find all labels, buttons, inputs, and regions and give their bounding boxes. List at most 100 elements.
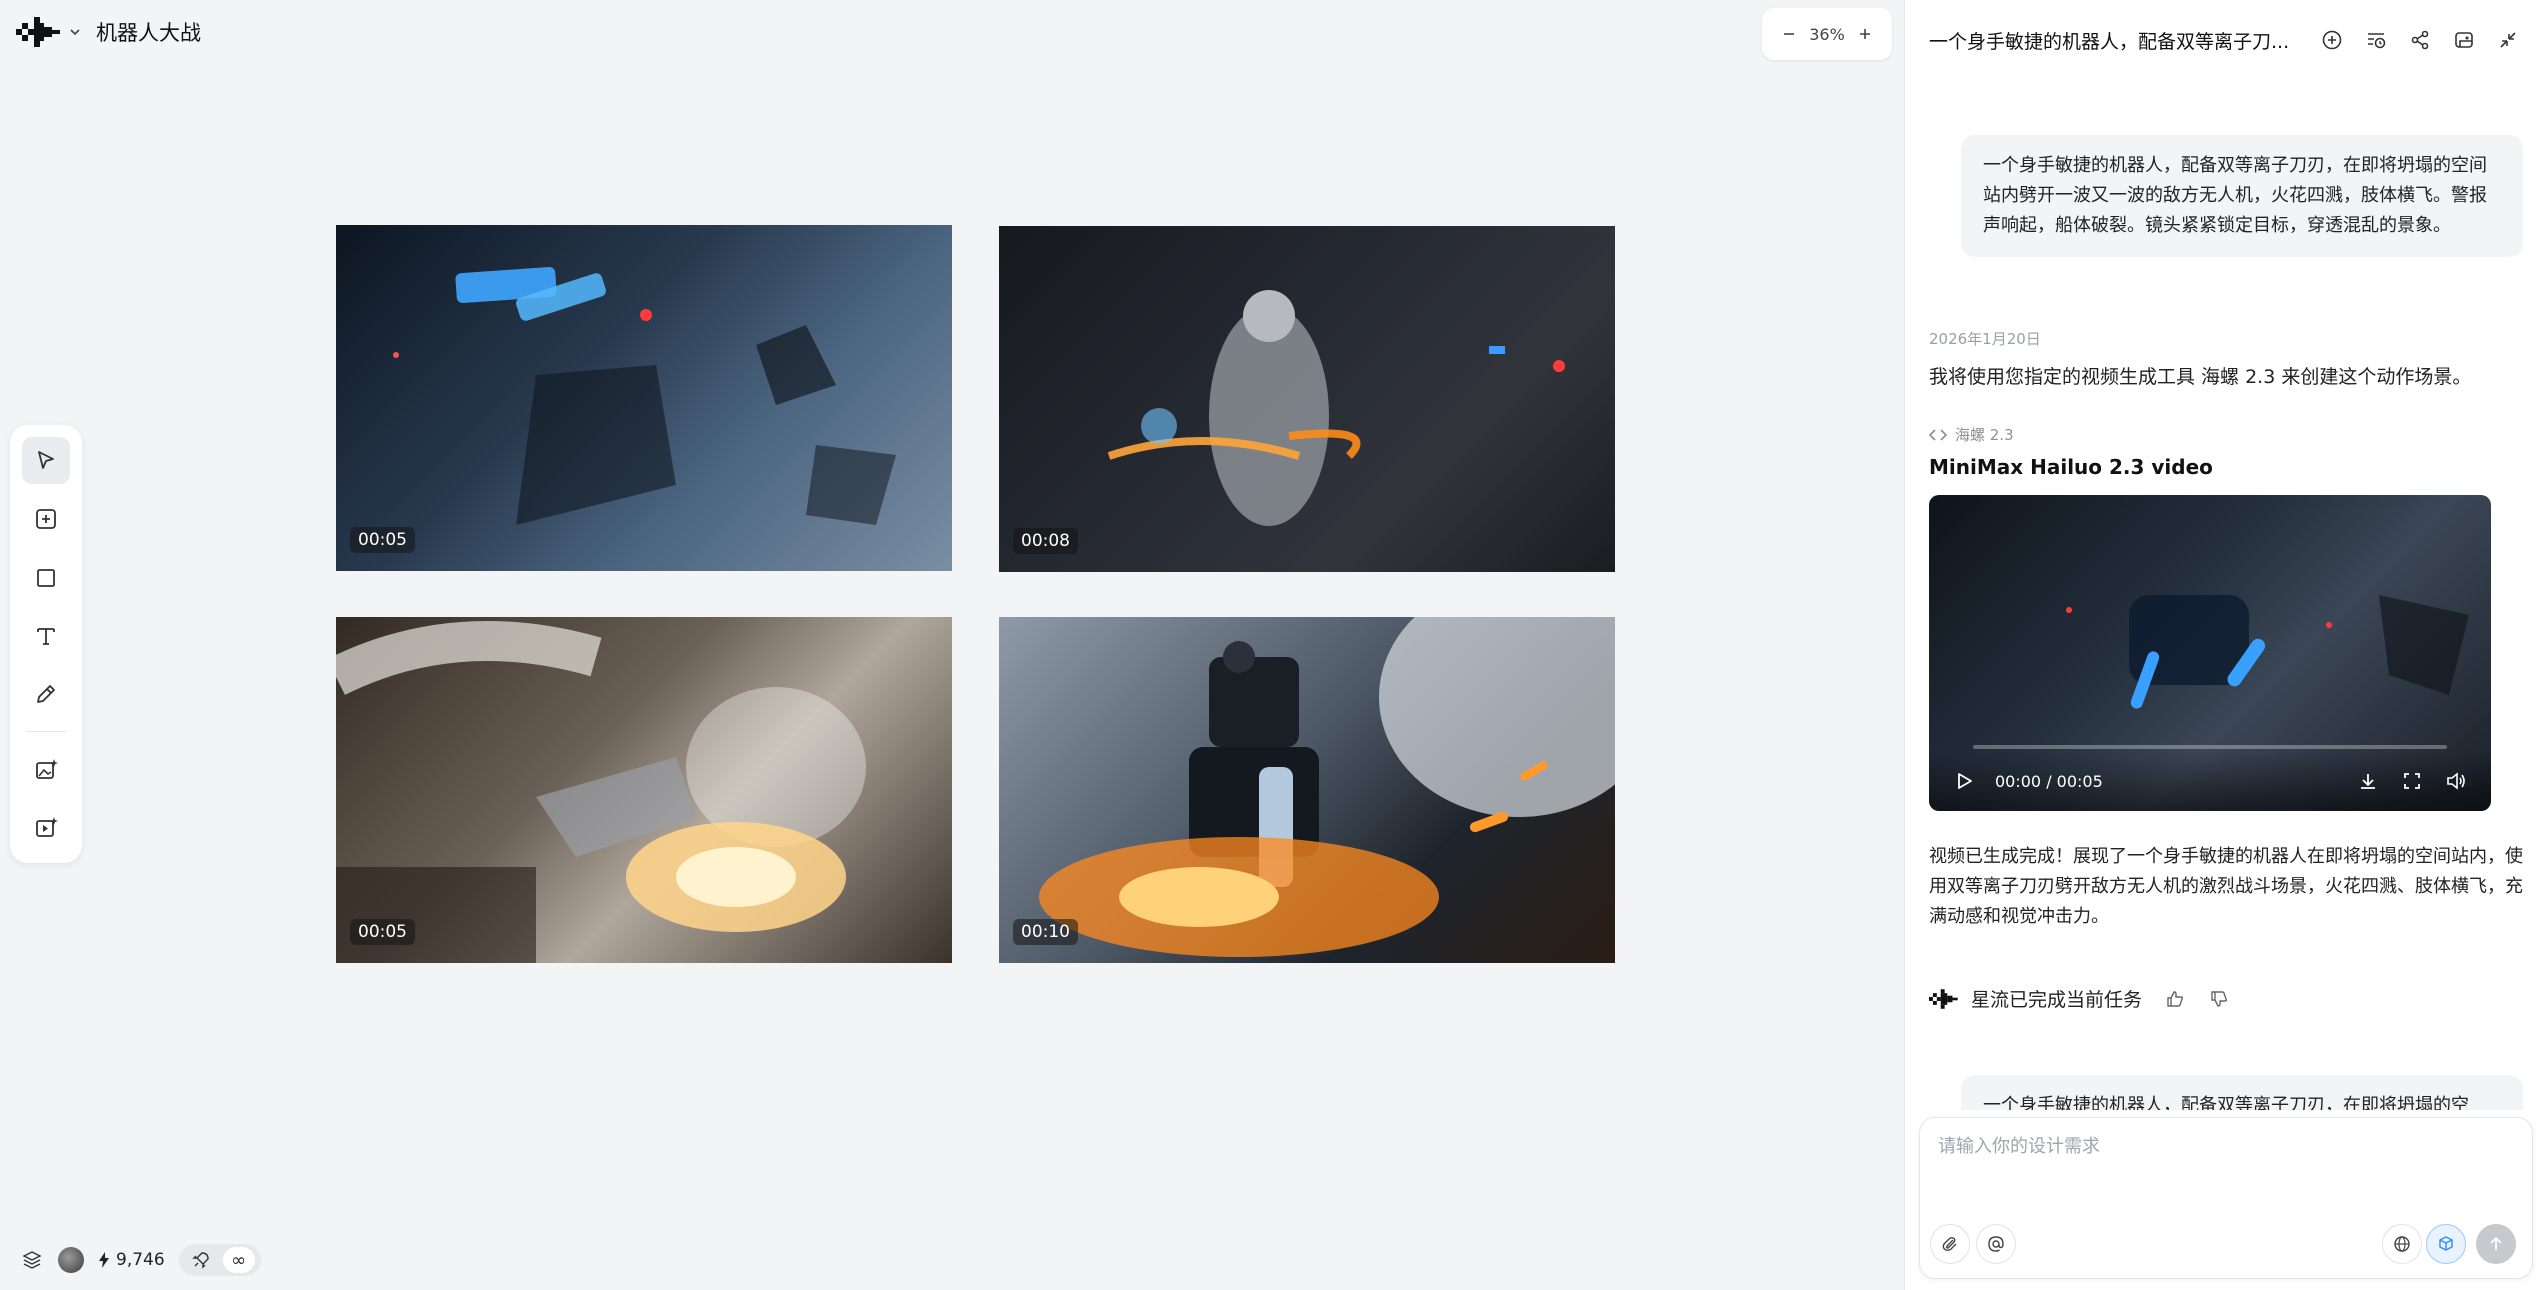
logo-icon — [1929, 988, 1958, 1009]
history-button[interactable] — [2363, 27, 2389, 53]
layers-button[interactable] — [20, 1248, 44, 1272]
tool-pen[interactable] — [22, 671, 70, 718]
text-icon — [37, 628, 55, 645]
player-time: 00:00 / 00:05 — [1995, 771, 2103, 791]
share-icon — [2411, 30, 2429, 50]
web-search-button[interactable] — [2382, 1224, 2422, 1264]
paperclip-icon — [1942, 1236, 1957, 1252]
rocket-mode-button[interactable] — [185, 1247, 217, 1273]
arrow-up-icon — [2490, 1236, 2502, 1250]
folder-image-icon — [2455, 32, 2473, 48]
infinite-mode-button[interactable]: ∞ — [222, 1247, 255, 1273]
volume-icon — [2447, 772, 2465, 790]
plus-icon — [1859, 29, 1870, 39]
chat-messages[interactable]: 一个身手敏捷的机器人，配备双等离子刀刃，在即将坍塌的空间站内劈开一波又一波的敌方… — [1905, 80, 2544, 1110]
thumbs-up-button[interactable] — [2164, 988, 2186, 1010]
user-message: 一个身手敏捷的机器人，配备双等离子刀刃，在即将坍塌的空间站内劈开一波又一波的敌方… — [1961, 135, 2523, 257]
zoom-in-button[interactable] — [1854, 23, 1876, 45]
download-button[interactable] — [2355, 768, 2381, 794]
video-duration: 00:05 — [350, 527, 415, 553]
video-duration: 00:10 — [1013, 919, 1078, 945]
tool-tag: 海螺 2.3 — [1929, 424, 2014, 445]
video-card-3[interactable]: 00:05 — [336, 617, 952, 963]
send-button[interactable] — [2476, 1224, 2516, 1264]
fullscreen-icon — [2404, 773, 2420, 789]
video-sparkle-icon — [36, 817, 58, 838]
tool-palette — [10, 425, 82, 863]
tool-tag-label: 海螺 2.3 — [1955, 426, 2014, 444]
thumbs-down-icon — [2211, 990, 2228, 1007]
zoom-out-button[interactable] — [1778, 23, 1800, 45]
mode-toggle: ∞ — [178, 1244, 261, 1276]
minus-icon — [1784, 33, 1795, 35]
project-title[interactable]: 机器人大战 — [96, 17, 201, 47]
collapse-panel-button[interactable] — [2495, 27, 2521, 53]
video-duration: 00:05 — [350, 919, 415, 945]
new-chat-button[interactable] — [2319, 27, 2345, 53]
tool-video-generate[interactable] — [22, 805, 70, 852]
chat-title[interactable]: 一个身手敏捷的机器人，配备双等离子刀... — [1929, 27, 2319, 54]
zoom-value[interactable]: 36% — [1809, 25, 1845, 44]
tool-text[interactable] — [22, 612, 70, 659]
assistant-result-message: 视频已生成完成！展现了一个身手敏捷的机器人在即将坍塌的空间站内，使用双等离子刀刃… — [1929, 846, 2523, 927]
rocket-icon — [191, 1252, 209, 1269]
fullscreen-button[interactable] — [2399, 768, 2425, 794]
cursor-icon — [38, 450, 54, 469]
chevron-down-icon — [70, 29, 80, 36]
image-sparkle-icon — [36, 758, 58, 779]
player-controls: 00:00 / 00:05 — [1929, 751, 2491, 811]
volume-button[interactable] — [2443, 768, 2469, 794]
tool-add-frame[interactable] — [22, 495, 70, 542]
credits-display[interactable]: 9,746 — [98, 1250, 165, 1270]
credits-value: 9,746 — [116, 1250, 165, 1270]
app-header: 机器人大战 — [16, 14, 201, 50]
square-icon — [37, 568, 55, 587]
video-card-1[interactable]: 00:05 — [336, 225, 952, 571]
logo-menu[interactable] — [16, 17, 82, 47]
share-button[interactable] — [2407, 27, 2433, 53]
attach-button[interactable] — [1930, 1224, 1970, 1264]
collapse-icon — [2500, 32, 2516, 48]
video-card-4[interactable]: 00:10 — [999, 617, 1615, 963]
video-duration: 00:08 — [1013, 528, 1078, 554]
canvas-area[interactable]: 机器人大战 36% 00:05 00:08 00:05 00:10 9,746 … — [0, 0, 1900, 1290]
lightning-icon — [99, 1252, 109, 1268]
message-date: 2026年1月20日 — [1929, 330, 2041, 348]
logo-icon — [16, 17, 60, 47]
history-icon — [2368, 33, 2386, 49]
play-button[interactable] — [1951, 768, 1977, 794]
model-select-button[interactable] — [2426, 1224, 2466, 1264]
assistant-message: 我将使用您指定的视频生成工具 海螺 2.3 来创建这个动作场景。 — [1929, 366, 2472, 388]
thumbs-up-icon — [2167, 990, 2184, 1007]
task-complete-text: 星流已完成当前任务 — [1971, 989, 2143, 1011]
cube-icon — [2439, 1236, 2453, 1251]
video-player[interactable]: 00:00 / 00:05 — [1929, 495, 2491, 811]
square-plus-icon — [36, 509, 56, 530]
zoom-control: 36% — [1762, 8, 1892, 60]
at-icon — [1988, 1236, 2004, 1252]
tool-select[interactable] — [22, 437, 70, 485]
chat-header: 一个身手敏捷的机器人，配备双等离子刀... — [1905, 0, 2544, 80]
composer — [1919, 1117, 2533, 1279]
pencil-icon — [37, 685, 55, 704]
globe-icon — [2394, 1236, 2410, 1252]
video-thumbnail — [999, 226, 1615, 572]
model-name: MiniMax Hailuo 2.3 video — [1929, 455, 2213, 479]
mention-button[interactable] — [1976, 1224, 2016, 1264]
progress-bar[interactable] — [1973, 745, 2447, 749]
thumbs-down-button[interactable] — [2208, 988, 2230, 1010]
prompt-input[interactable] — [1938, 1132, 2514, 1212]
user-message-2: 一个身手敏捷的机器人，配备双等离子刀刃，在即将坍塌的空 — [1961, 1075, 2523, 1110]
assets-button[interactable] — [2451, 27, 2477, 53]
video-thumbnail — [1039, 617, 1615, 957]
play-icon — [1958, 773, 1972, 789]
avatar[interactable] — [58, 1247, 84, 1273]
tool-rectangle[interactable] — [22, 554, 70, 601]
tool-image-generate[interactable] — [22, 746, 70, 793]
tool-divider — [26, 731, 66, 733]
video-card-2[interactable]: 00:08 — [999, 226, 1615, 572]
download-icon — [2361, 774, 2375, 789]
task-complete-row: 星流已完成当前任务 — [1929, 985, 2230, 1012]
video-thumbnail — [336, 621, 866, 963]
layers-icon — [22, 1251, 42, 1269]
